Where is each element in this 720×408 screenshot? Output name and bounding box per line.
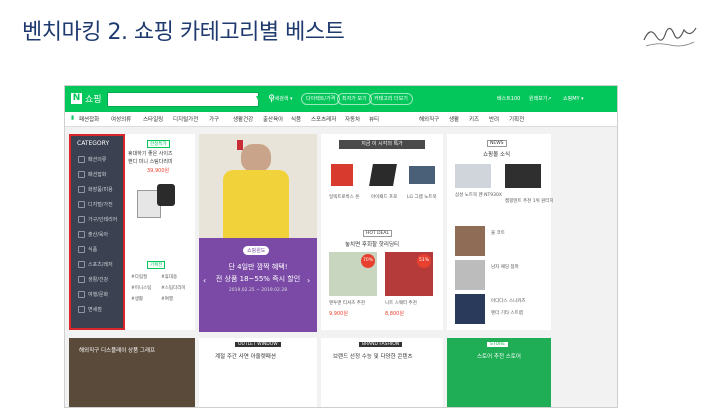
product-name[interactable]: LG 그램 노트북 bbox=[407, 194, 437, 200]
bottom-banner-1-title: 해외직구 디스플레이 상품 그래프 bbox=[79, 348, 156, 354]
highlight-box bbox=[69, 134, 125, 330]
best100-link[interactable]: 베스트100 bbox=[497, 95, 520, 102]
hot-item-price: 9,900원 bbox=[329, 311, 348, 317]
catnav-item[interactable]: 가구 bbox=[209, 115, 219, 123]
search-dropdown-icon[interactable]: ▼ bbox=[256, 95, 261, 102]
news-item[interactable]: 삼성 노트북 펜 NT930X bbox=[455, 192, 502, 198]
promo-date: 2019.02.25 ~ 2019.02.28 bbox=[228, 288, 288, 293]
catnav-item[interactable]: 패션잡화 bbox=[79, 115, 99, 123]
product-name[interactable]: 아이패드 프로 bbox=[371, 194, 397, 200]
bottom-banner-4[interactable]: STORE 스토어 추천 스토어 bbox=[447, 338, 551, 407]
hot-item-image[interactable]: 51% bbox=[385, 252, 433, 296]
deal-title-2: 핸디 미니 스팀다리미 bbox=[128, 159, 173, 165]
promo-banner[interactable]: 쇼핑윈도 단 4일만 깜짝 혜택! 전 상품 18~55% 즉시 할인 2019… bbox=[199, 238, 317, 332]
catnav-item[interactable]: 뷰티 bbox=[369, 115, 379, 123]
product-name[interactable]: 일렉트로룩스 온 bbox=[329, 194, 359, 200]
news-label: NEWS bbox=[487, 140, 507, 147]
catnav-item[interactable]: 디지털가전 bbox=[173, 115, 198, 123]
steamer-image bbox=[135, 180, 175, 220]
lowest-price-button[interactable]: 최저가 보기 bbox=[337, 93, 372, 105]
outlet-label: OUTLET WINDOW bbox=[235, 342, 281, 347]
hot-deal-label: HOT DEAL bbox=[363, 230, 392, 237]
catnav-item[interactable]: 식품 bbox=[291, 115, 301, 123]
news-image[interactable] bbox=[455, 164, 491, 188]
catnav-item[interactable]: 생활건강 bbox=[233, 115, 253, 123]
hot-item-name[interactable]: 니트 스웨터 추천 bbox=[385, 300, 417, 306]
shopping-logo-text[interactable]: 쇼핑 bbox=[85, 92, 102, 105]
news-image[interactable] bbox=[505, 164, 541, 188]
catnav-item[interactable]: 자동차 bbox=[345, 115, 360, 123]
catnav-item[interactable]: 반려 bbox=[489, 115, 499, 123]
bottom-banner-3[interactable]: BRAND FASHION 브랜드 선정 수능 및 다양한 콘텐츠 bbox=[321, 338, 443, 407]
product-image[interactable] bbox=[331, 164, 353, 186]
promo-line2: 전 상품 18~55% 즉시 할인 bbox=[215, 275, 301, 283]
chip[interactable]: #다림질 bbox=[131, 274, 147, 280]
brand-label: BRAND FASHION bbox=[359, 342, 403, 347]
news-panel: NEWS 쇼핑몰 소식 삼성 노트북 펜 NT930X 캠핑텐트 추천 1위 원… bbox=[447, 134, 554, 330]
special-deal-panel: 지금 이 시각의 특가 일렉트로룩스 온 아이패드 프로 LG 그램 노트북 H… bbox=[321, 134, 443, 330]
news-item[interactable]: 펜더 기타 스트랩 bbox=[491, 310, 523, 316]
chip[interactable]: #휴대용 bbox=[161, 274, 177, 280]
chip[interactable]: #미니스팀 bbox=[131, 285, 151, 291]
original-view-link[interactable]: 원래보기↗ bbox=[529, 95, 552, 102]
brand-title: 브랜드 선정 수능 및 다양한 콘텐츠 bbox=[333, 354, 413, 360]
news-title: 쇼핑몰 소식 bbox=[483, 152, 511, 158]
top-bar: N 쇼핑 ▼ ⚲ 상세검색 ▾ 다이렉트/가격 최저가 보기 카테고리 더보기 … bbox=[65, 86, 617, 112]
deal-title-1: 휴대하기 좋은 사이즈 bbox=[128, 151, 173, 157]
catnav-item: ▮ bbox=[71, 115, 75, 121]
hot-item-price: 8,800원 bbox=[385, 311, 404, 317]
store-label: STORE bbox=[487, 342, 509, 347]
promo-line1: 단 4일만 깜짝 혜택! bbox=[228, 263, 288, 271]
handwritten-signature bbox=[643, 27, 697, 47]
outlet-title: 계절 주간 사연 아울렛패션 bbox=[215, 354, 276, 360]
catnav-item[interactable]: 스포츠레저 bbox=[311, 115, 336, 123]
naver-logo-icon[interactable]: N bbox=[71, 93, 82, 104]
product-image[interactable] bbox=[369, 164, 397, 186]
catnav-item[interactable]: 키즈 bbox=[469, 115, 479, 123]
next-arrow-icon[interactable]: › bbox=[307, 276, 310, 285]
product-image[interactable] bbox=[409, 166, 435, 184]
hot-deal-title: 놓치면 후회할 핫리딩티 bbox=[345, 242, 400, 248]
news-item[interactable]: 아디다스 스니커즈 bbox=[491, 298, 526, 304]
detail-search-link[interactable]: 상세검색 ▾ bbox=[270, 95, 293, 102]
chip[interactable]: #생활 bbox=[131, 296, 143, 302]
news-image[interactable] bbox=[455, 260, 485, 290]
category-more-button[interactable]: 카테고리 더보기 bbox=[369, 93, 413, 105]
catnav-item[interactable]: 스타일링 bbox=[143, 115, 163, 123]
bottom-banner-2[interactable]: OUTLET WINDOW 계절 주간 사연 아울렛패션 bbox=[199, 338, 317, 407]
news-item[interactable]: 캠핑텐트 추천 1위 원터치 bbox=[505, 198, 554, 204]
catnav-item[interactable]: 여성의류 bbox=[111, 115, 131, 123]
store-title: 스토어 추천 스토어 bbox=[477, 354, 521, 360]
hot-item-name[interactable]: 맨투맨 티셔츠 추천 bbox=[329, 300, 365, 306]
screenshot-frame: N 쇼핑 ▼ ⚲ 상세검색 ▾ 다이렉트/가격 최저가 보기 카테고리 더보기 … bbox=[64, 85, 618, 408]
catnav-item[interactable]: 출산육아 bbox=[263, 115, 283, 123]
chip[interactable]: #여행 bbox=[161, 296, 173, 302]
chip[interactable]: #스팀다리미 bbox=[161, 285, 185, 291]
news-item[interactable]: 울 코트 bbox=[491, 230, 505, 236]
deal-tag-2: 기획전 bbox=[147, 261, 166, 269]
shopping-my-link[interactable]: 쇼핑MY ▾ bbox=[563, 95, 584, 102]
slide-title: 벤치마킹 2. 쇼핑 카테고리별 베스트 bbox=[22, 20, 345, 45]
deal-panel[interactable]: 한정특가 휴대하기 좋은 사이즈 핸디 미니 스팀다리미 39,900원 기획전… bbox=[125, 134, 195, 330]
prev-arrow-icon[interactable]: ‹ bbox=[203, 276, 206, 285]
catnav-item[interactable]: 생활 bbox=[449, 115, 459, 123]
news-item[interactable]: 남자 패딩 점퍼 bbox=[491, 264, 519, 270]
model-photo[interactable] bbox=[199, 134, 317, 238]
catnav-item[interactable]: 기획전 bbox=[509, 115, 524, 123]
discount-badge: 70% bbox=[361, 254, 375, 268]
bottom-banner-1[interactable]: 해외직구 디스플레이 상품 그래프 bbox=[69, 338, 195, 407]
hot-item-image[interactable]: 70% bbox=[329, 252, 377, 296]
news-image[interactable] bbox=[455, 226, 485, 256]
catnav-item[interactable]: 해외직구 bbox=[419, 115, 439, 123]
discount-badge: 51% bbox=[417, 254, 431, 268]
promo-pill: 쇼핑윈도 bbox=[243, 246, 270, 255]
special-deal-header: 지금 이 시각의 특가 bbox=[339, 140, 425, 149]
news-image[interactable] bbox=[455, 294, 485, 324]
direct-price-button[interactable]: 다이렉트/가격 bbox=[301, 93, 341, 105]
category-nav: ▮ 패션잡화 여성의류 스타일링 디지털가전 가구 생활건강 출산육아 식품 스… bbox=[65, 112, 617, 127]
search-input[interactable]: ▼ ⚲ bbox=[107, 92, 275, 107]
deal-price: 39,900원 bbox=[147, 168, 170, 174]
deal-tag: 한정특가 bbox=[147, 140, 170, 148]
